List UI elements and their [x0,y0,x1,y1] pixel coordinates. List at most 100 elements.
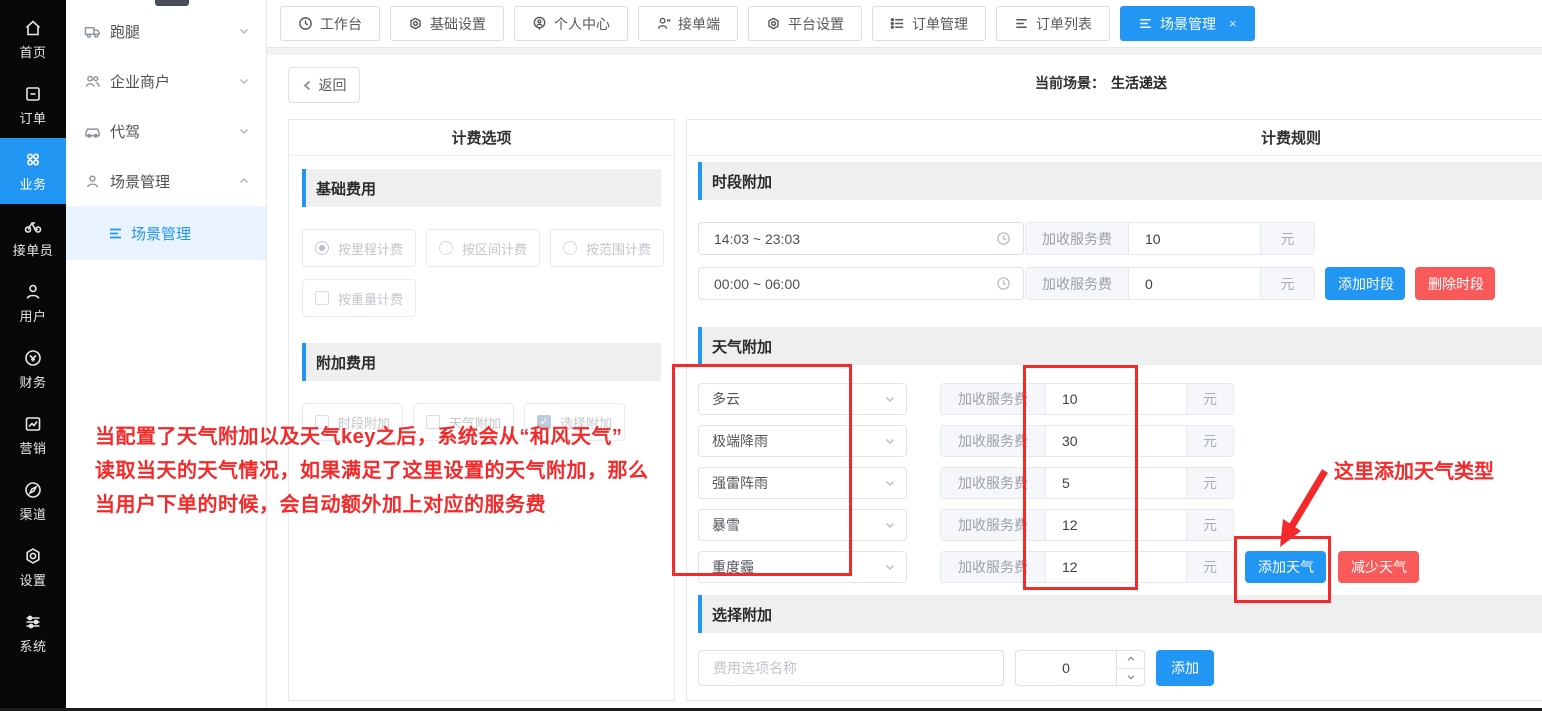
sidebar-item-label: 用户 [19,306,46,325]
sidebar-item-system[interactable]: 系统 [0,600,66,666]
sidebar-item-users[interactable]: 用户 [0,270,66,336]
amount-stepper[interactable]: 0 [1015,650,1145,686]
weather-select[interactable]: 多云 [698,383,907,415]
tab-courier-client[interactable]: 接单端 [638,6,738,41]
fee-unit: 元 [1187,425,1234,457]
menu-item-scene-management[interactable]: 场景管理 [66,156,266,206]
tab-scene-management[interactable]: 场景管理 × [1120,6,1255,41]
weather-select[interactable]: 暴雪 [698,509,907,541]
truck-icon [84,23,101,40]
sidebar-item-marketing[interactable]: 营销 [0,402,66,468]
tab-order-list[interactable]: 订单列表 [996,6,1110,41]
sidebar-item-couriers[interactable]: 接单员 [0,204,66,270]
remove-time-button[interactable]: 删除时段 [1415,267,1495,300]
option-by-mileage[interactable]: 按里程计费 [302,229,416,267]
system-sliders-icon [23,612,43,632]
menu-item-enterprise[interactable]: 企业商户 [66,56,266,106]
option-time-surcharge[interactable]: 时段附加 [302,403,403,441]
sidebar-item-orders[interactable]: 订单 [0,72,66,138]
fee-value-input[interactable]: 10 [1129,222,1261,255]
add-weather-button[interactable]: 添加天气 [1245,551,1326,583]
menu-item-errand[interactable]: 跑腿 [66,6,266,56]
tab-workbench[interactable]: 工作台 [280,6,380,41]
list-lines-icon [1014,16,1029,31]
clock-icon [298,16,313,31]
list-lines-icon [1138,16,1153,31]
stepper-down-icon[interactable] [1117,669,1144,686]
fee-value-input[interactable]: 30 [1046,425,1187,457]
clock-icon [996,231,1011,246]
list-lines-icon [108,226,123,241]
fee-unit: 元 [1261,222,1315,255]
menu-item-label: 企业商户 [110,71,238,92]
back-button[interactable]: 返回 [288,67,360,103]
menu-item-driving[interactable]: 代驾 [66,106,266,156]
fee-value-input[interactable]: 12 [1046,509,1187,541]
fee-label: 加收服务费 [1025,267,1129,300]
fee-value-input[interactable]: 12 [1046,551,1187,583]
courier-icon [23,216,43,236]
tab-label: 工作台 [320,14,362,34]
fee-label: 加收服务费 [940,551,1046,583]
checkbox-icon [315,415,329,429]
checkbox-icon [426,415,440,429]
sidebar-item-label: 接单员 [13,240,54,259]
person-icon [84,173,101,190]
fee-value-input[interactable]: 5 [1046,467,1187,499]
weather-select[interactable]: 强雷阵雨 [698,467,907,499]
weather-surcharge-row: 暴雪 加收服务费 12 元 [698,509,1542,541]
section-header-extra-fee: 附加费用 [302,343,661,381]
app-window: 首页 订单 业务 接单员 用户 财务 营销 渠道 [0,0,1542,711]
option-label: 天气附加 [449,413,501,432]
people-icon [84,73,101,90]
radio-icon [439,241,453,255]
weather-select-value: 极端降雨 [712,431,884,451]
submenu-item-scene-management[interactable]: 场景管理 [66,206,266,260]
fee-unit: 元 [1187,509,1234,541]
tab-close-icon[interactable]: × [1229,16,1237,31]
panel-title: 计费规则 [687,120,1542,156]
sidebar-item-business[interactable]: 业务 [0,138,66,204]
weather-select[interactable]: 极端降雨 [698,425,907,457]
sidebar-item-finance[interactable]: 财务 [0,336,66,402]
section-header-weather-surcharge: 天气附加 [698,327,1542,365]
current-scene: 当前场景：生活递送 [1035,73,1167,93]
fee-unit: 元 [1187,551,1234,583]
sidebar-item-channels[interactable]: 渠道 [0,468,66,534]
chevron-down-icon [884,561,896,573]
marketing-icon [23,414,43,434]
add-time-button[interactable]: 添加时段 [1325,267,1405,300]
tab-platform-settings[interactable]: 平台设置 [748,6,862,41]
option-choice-surcharge[interactable]: 选择附加 [524,403,625,441]
sidebar-item-home[interactable]: 首页 [0,6,66,72]
tab-order-management[interactable]: 订单管理 [872,6,986,41]
fee-value-input[interactable]: 10 [1046,383,1187,415]
fee-option-name-input[interactable] [698,650,1004,686]
option-label: 时段附加 [338,413,390,432]
option-by-interval[interactable]: 按区间计费 [426,229,540,267]
sidebar-item-settings[interactable]: 设置 [0,534,66,600]
fee-value-input[interactable]: 0 [1129,267,1261,300]
time-range-input[interactable]: 00:00 ~ 06:00 [698,267,1024,300]
tab-personal-center[interactable]: 个人中心 [514,6,628,41]
option-by-range[interactable]: 按范围计费 [550,229,664,267]
submenu-item-label: 场景管理 [131,223,191,244]
chevron-down-icon [238,75,250,87]
chevron-up-icon [238,175,250,187]
finance-icon [23,348,43,368]
option-by-weight[interactable]: 按重量计费 [302,279,416,317]
option-weather-surcharge[interactable]: 天气附加 [413,403,514,441]
tab-label: 基础设置 [430,14,486,34]
stepper-up-icon[interactable] [1117,651,1144,669]
remove-weather-button[interactable]: 减少天气 [1338,551,1419,583]
chevron-down-icon [884,393,896,405]
add-choice-button[interactable]: 添加 [1156,650,1214,686]
sidebar-item-label: 渠道 [19,504,46,523]
sidebar-item-label: 财务 [19,372,46,391]
chevron-down-icon [238,125,250,137]
weather-surcharge-row: 多云 加收服务费 10 元 [698,383,1542,415]
time-range-input[interactable]: 14:03 ~ 23:03 [698,222,1024,255]
gear-icon [408,16,423,31]
tab-basic-settings[interactable]: 基础设置 [390,6,504,41]
weather-select[interactable]: 重度霾 [698,551,907,583]
